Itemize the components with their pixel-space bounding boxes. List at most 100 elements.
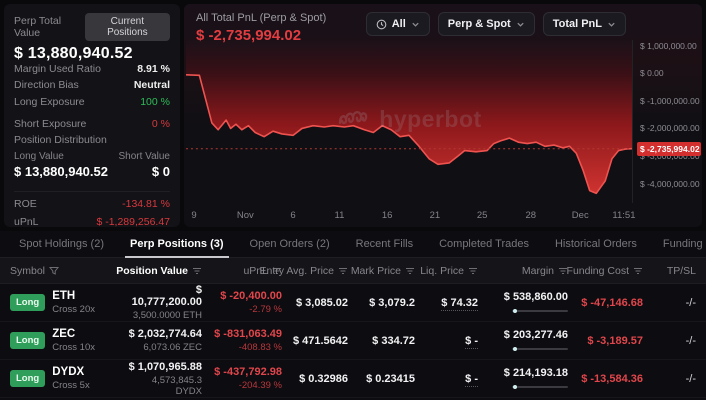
upnl-cell: $ -437,792.98-204.39 % [204, 366, 284, 391]
column-header-label: TP/SL [667, 265, 696, 277]
liq-price-cell: $ 74.32 [417, 297, 480, 309]
column-header-label: Mark Price [351, 265, 401, 277]
column-header-mark-price[interactable]: Mark Price [350, 265, 417, 277]
x-axis-tick: 25 [477, 210, 488, 221]
mark-price-cell: $ 334.72 [350, 335, 417, 347]
filter-funnel-icon [49, 266, 59, 276]
entry-price-cell-value: $ 0.32986 [284, 373, 348, 385]
metric-value: Total PnL [553, 18, 602, 30]
column-header-label: Margin [522, 265, 554, 277]
long-value: $ 13,880,940.52 [14, 164, 108, 179]
short-exposure-label: Short Exposure [14, 118, 86, 130]
perp-total-label: Perp Total Value [14, 15, 85, 39]
long-exposure-label: Long Exposure [14, 96, 85, 108]
upnl-cell-value: $ -20,400.00 [204, 290, 282, 302]
entry-price-cell: $ 471.5642 [284, 335, 350, 347]
long-value-label: Long Value [14, 151, 64, 162]
x-axis: 9Nov61116212528Dec11:51 [186, 208, 632, 224]
tab-spot-holdings-2[interactable]: Spot Holdings (2) [6, 231, 117, 257]
sort-filter-icon [468, 267, 478, 275]
time-range-dropdown[interactable]: All [366, 12, 430, 36]
funding-cost-cell: $ -47,146.68 [570, 297, 645, 309]
entry-price-cell: $ 0.32986 [284, 373, 350, 385]
tab-recent-fills[interactable]: Recent Fills [343, 231, 426, 257]
tpsl-cell[interactable]: -/- [645, 297, 706, 309]
margin-slider-knob [513, 347, 517, 351]
funding-cost-cell: $ -13,584.36 [570, 373, 645, 385]
column-header-position-value[interactable]: Position Value [128, 265, 204, 277]
margin-used-label: Margin Used Ratio [14, 63, 101, 75]
symbol-cell: LongETHCross 20x [0, 290, 128, 315]
time-range-value: All [392, 18, 406, 30]
tpsl-cell[interactable]: -/- [645, 373, 706, 385]
column-header-label: Symbol [10, 265, 45, 277]
position-value-cell: $ 1,070,965.884,573,845.3 DYDX [128, 361, 204, 397]
symbol-name: ETH [52, 290, 95, 302]
leverage-label: Cross 5x [52, 380, 89, 391]
column-header-funding-cost[interactable]: Funding Cost [570, 265, 645, 277]
position-value-cell: $ 10,777,200.003,500.0000 ETH [128, 284, 204, 321]
symbol-cell: LongZECCross 10x [0, 328, 128, 353]
column-header-margin[interactable]: Margin [480, 265, 570, 277]
metric-dropdown[interactable]: Total PnL [543, 12, 626, 36]
position-row-zec[interactable]: LongZECCross 10x$ 2,032,774.646,073.06 Z… [0, 322, 706, 360]
chart-title: All Total PnL (Perp & Spot) [196, 12, 326, 24]
funding-cost-cell-value: $ -13,584.36 [570, 373, 643, 385]
roe-label: ROE [14, 198, 37, 210]
position-value-cell-sub: 3,500.0000 ETH [128, 310, 202, 321]
liq-price-cell: $ - [417, 335, 480, 347]
upnl-cell-sub: -2.79 % [204, 304, 282, 315]
pnl-area-chart[interactable]: hyperbot [186, 40, 632, 203]
margin-slider[interactable] [512, 310, 568, 312]
position-row-eth[interactable]: LongETHCross 20x$ 10,777,200.003,500.000… [0, 284, 706, 322]
column-header-label: Entry Avg. Price [259, 265, 334, 277]
symbol-cell: LongDYDXCross 5x [0, 366, 128, 391]
x-axis-tick: Nov [237, 210, 254, 221]
margin-slider[interactable] [512, 386, 568, 388]
y-axis-tick: $ -4,000,000.00 [640, 179, 700, 189]
x-axis-tick: 11 [334, 210, 344, 221]
y-axis-tick: $ -2,000,000.00 [640, 123, 700, 133]
perp-total-value: $ 13,880,940.52 [14, 45, 170, 63]
y-axis: $ -2,735,994.02 $ 1,000,000.00$ 0.00$ -1… [632, 40, 702, 203]
y-axis-tick: $ 1,000,000.00 [640, 41, 697, 51]
column-header-entry-avg-price[interactable]: Entry Avg. Price [284, 265, 350, 277]
tab-open-orders-2[interactable]: Open Orders (2) [237, 231, 343, 257]
position-value-cell-sub: 4,573,845.3 DYDX [128, 375, 202, 397]
symbol-name: ZEC [52, 328, 95, 340]
column-header-symbol[interactable]: Symbol [0, 265, 128, 277]
current-value-badge: $ -2,735,994.02 [637, 142, 701, 156]
direction-bias-label: Direction Bias [14, 79, 79, 91]
positions-region: Spot Holdings (2)Perp Positions (3)Open … [0, 231, 706, 400]
margin-cell: $ 214,193.18 [480, 367, 570, 391]
position-row-dydx[interactable]: LongDYDXCross 5x$ 1,070,965.884,573,845.… [0, 360, 706, 398]
x-axis-tick: Dec [572, 210, 589, 221]
tab-completed-trades[interactable]: Completed Trades [426, 231, 542, 257]
table-header-row: SymbolPosition ValueuPnLEntry Avg. Price… [0, 258, 706, 284]
short-value-label: Short Value [118, 151, 170, 162]
current-positions-button[interactable]: Current Positions [85, 13, 170, 41]
upnl-cell-value: $ -437,792.98 [204, 366, 282, 378]
upnl-cell-value: $ -831,063.49 [204, 328, 282, 340]
funding-cost-cell: $ -3,189.57 [570, 335, 645, 347]
column-header-tp-sl[interactable]: TP/SL [645, 265, 706, 277]
tab-historical-orders[interactable]: Historical Orders [542, 231, 650, 257]
scope-value: Perp & Spot [448, 18, 511, 30]
tab-funding-history[interactable]: Funding History [650, 231, 706, 257]
trading-dashboard: Perp Total Value Current Positions $ 13,… [0, 0, 706, 400]
side-badge: Long [10, 370, 45, 387]
roe-value: -134.81 % [122, 198, 170, 210]
x-axis-tick: 6 [290, 210, 295, 221]
top-region: Perp Total Value Current Positions $ 13,… [0, 0, 706, 231]
long-exposure-value: 100 % [140, 96, 170, 108]
tab-perp-positions-3[interactable]: Perp Positions (3) [117, 231, 237, 257]
liq-price-cell-value: $ - [417, 335, 478, 347]
scope-dropdown[interactable]: Perp & Spot [438, 12, 535, 36]
column-header-liq-price[interactable]: Liq. Price [417, 265, 480, 277]
column-header-label: Liq. Price [420, 265, 464, 277]
direction-bias-value: Neutral [134, 79, 170, 91]
margin-used-value: 8.91 % [137, 63, 170, 75]
tpsl-cell[interactable]: -/- [645, 335, 706, 347]
margin-slider-knob [513, 309, 517, 313]
margin-slider[interactable] [512, 348, 568, 350]
